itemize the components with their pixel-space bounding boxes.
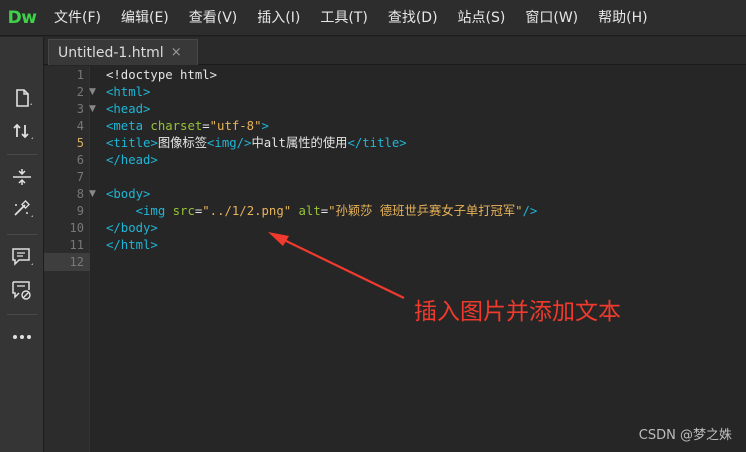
- line-number: 10: [69, 221, 84, 235]
- code-line: 3 ▼ <head>: [44, 101, 746, 118]
- code-line: 11 </html>: [44, 237, 746, 254]
- code-text: <html>: [106, 85, 151, 99]
- code-line: 1 <!doctype html>: [44, 67, 746, 84]
- uncomment-icon[interactable]: [8, 276, 36, 304]
- line-number: 1: [76, 68, 84, 82]
- more-icon[interactable]: [8, 323, 36, 351]
- toolbar-divider: [7, 234, 37, 235]
- comment-icon[interactable]: [8, 243, 36, 271]
- toolbar-divider: [7, 154, 37, 155]
- tab-close-icon[interactable]: ×: [171, 45, 182, 60]
- menu-item[interactable]: 查找(D): [378, 0, 448, 36]
- line-number: 8: [76, 187, 84, 201]
- code-line: 5 <title>图像标签<img/>中alt属性的使用</title>: [44, 135, 746, 152]
- code-text: </body>: [106, 221, 158, 235]
- fold-toggle-icon[interactable]: ▼: [89, 84, 96, 101]
- code-editor[interactable]: 1 <!doctype html> 2 ▼ <html> 3 ▼ <head> 4 <meta c…: [44, 66, 746, 452]
- code-text: <head>: [106, 102, 151, 116]
- code-line: 4 <meta charset="utf-8">: [44, 118, 746, 135]
- line-number: 4: [76, 119, 84, 133]
- line-number: 5: [76, 136, 84, 150]
- code-text: <img src="../1/2.png" alt="孙颖莎 德班世乒赛女子单打…: [135, 204, 538, 218]
- left-toolbar: [0, 37, 44, 452]
- code-line: 7: [44, 169, 746, 186]
- line-number: 9: [76, 204, 84, 218]
- code-text: </html>: [106, 238, 158, 252]
- code-line: 6 </head>: [44, 152, 746, 169]
- app-logo[interactable]: Dw: [0, 0, 44, 36]
- menu-item[interactable]: 帮助(H): [588, 0, 657, 36]
- menu-item[interactable]: 工具(T): [310, 0, 377, 36]
- code-text: <body>: [106, 187, 151, 201]
- fold-toggle-icon[interactable]: ▼: [89, 101, 96, 118]
- line-number: 6: [76, 153, 84, 167]
- annotation-text: 插入图片并添加文本: [414, 299, 621, 325]
- code-line: 9 <img src="../1/2.png" alt="孙颖莎 德班世乒赛女子…: [44, 203, 746, 220]
- toolbar-divider: [7, 314, 37, 315]
- menu-bar: Dw 文件(F) 编辑(E) 查看(V) 插入(I) 工具(T) 查找(D) 站点(S) 窗口…: [0, 0, 746, 36]
- code-text: <!doctype html>: [106, 68, 218, 82]
- line-number: 11: [69, 238, 84, 252]
- code-line: 2 ▼ <html>: [44, 84, 746, 101]
- wand-icon[interactable]: [8, 195, 36, 223]
- menu-item[interactable]: 窗口(W): [515, 0, 588, 36]
- menu-item[interactable]: 插入(I): [247, 0, 310, 36]
- sort-arrows-icon[interactable]: [8, 117, 36, 145]
- tab-title: Untitled-1.html: [58, 44, 164, 61]
- line-number: 3: [76, 102, 84, 116]
- line-number: 7: [76, 170, 84, 184]
- code-line: 12: [44, 254, 746, 271]
- fold-toggle-icon[interactable]: ▼: [89, 186, 96, 203]
- menu-item[interactable]: 站点(S): [448, 0, 516, 36]
- menu-item[interactable]: 查看(V): [179, 0, 248, 36]
- code-line: 8 ▼ <body>: [44, 186, 746, 203]
- code-text: </head>: [106, 153, 158, 167]
- document-tab-bar: Untitled-1.html ×: [44, 37, 746, 65]
- menu-items: 文件(F) 编辑(E) 查看(V) 插入(I) 工具(T) 查找(D) 站点(S) 窗口(W)…: [44, 0, 658, 36]
- menu-item[interactable]: 编辑(E): [111, 0, 179, 36]
- menu-item[interactable]: 文件(F): [44, 0, 111, 36]
- new-file-icon[interactable]: [8, 84, 36, 112]
- expand-collapse-icon[interactable]: [8, 163, 36, 191]
- code-line: 10 </body>: [44, 220, 746, 237]
- watermark: CSDN @梦之姝: [638, 428, 732, 443]
- line-number: 12: [69, 255, 84, 269]
- tab-untitled-1[interactable]: Untitled-1.html ×: [48, 39, 198, 65]
- code-text: <meta charset="utf-8">: [106, 119, 269, 133]
- line-number: 2: [76, 85, 84, 99]
- code-text: <title>图像标签<img/>中alt属性的使用</title>: [106, 136, 407, 150]
